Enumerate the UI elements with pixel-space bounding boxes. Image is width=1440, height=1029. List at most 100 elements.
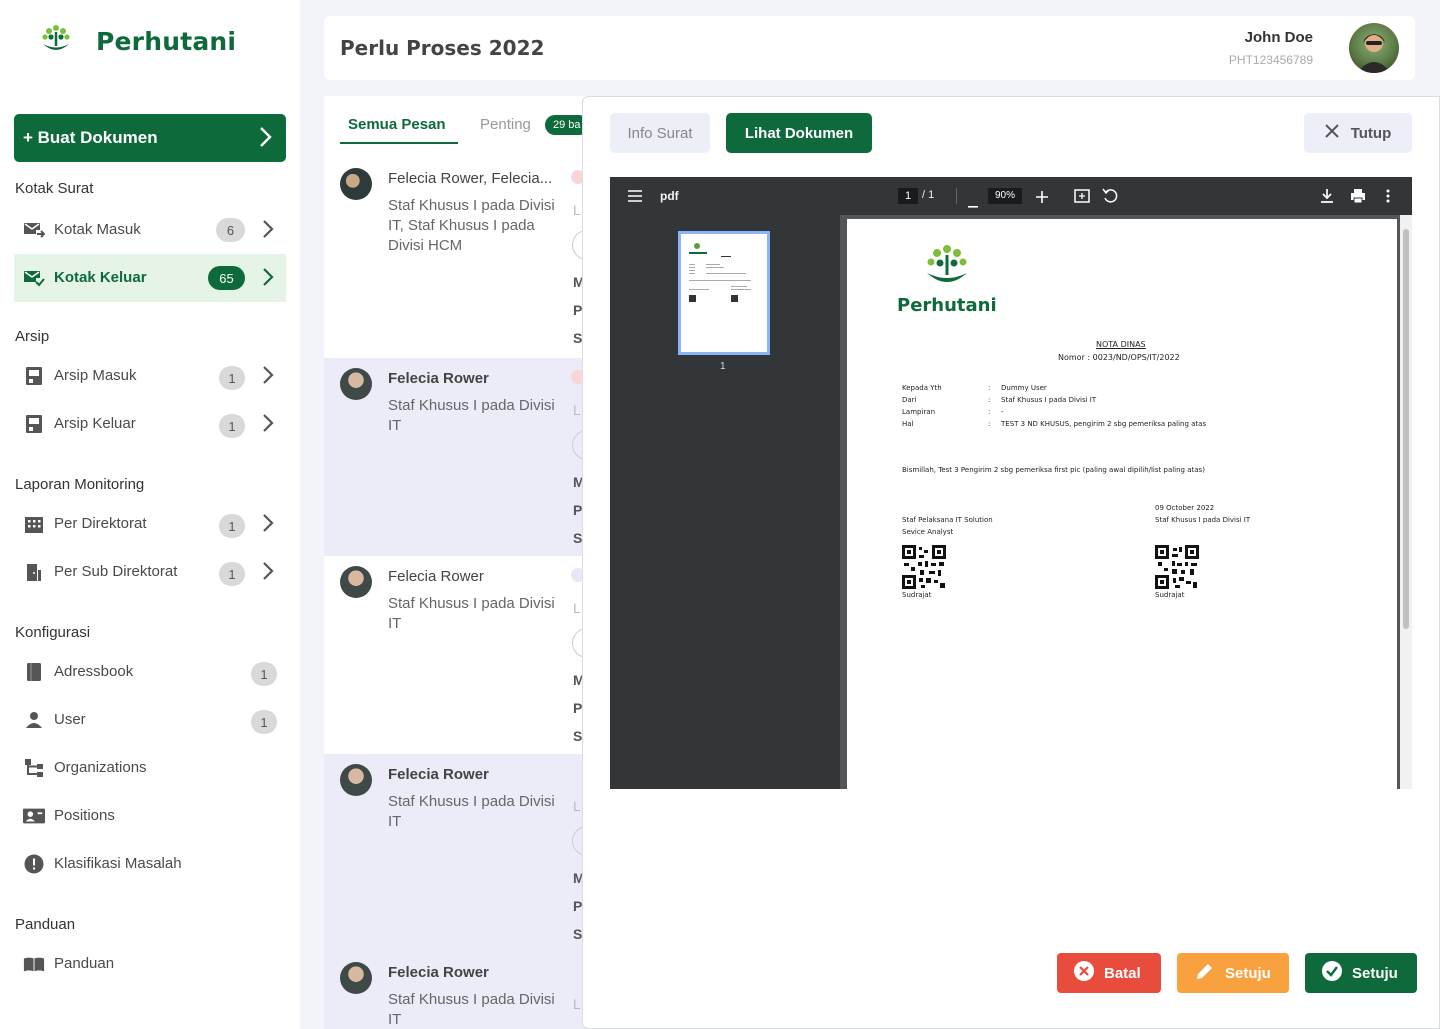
page-title: Perlu Proses 2022 xyxy=(340,36,545,60)
sidebar-item-label: Positions xyxy=(54,807,115,824)
sidebar-item-label: Adressbook xyxy=(54,663,134,680)
count-badge: 65 xyxy=(208,266,245,290)
page-thumbnail[interactable] xyxy=(678,231,770,355)
page-number-input[interactable]: 1 xyxy=(898,188,918,204)
chevron-right-icon xyxy=(262,561,274,586)
section-laporan: Laporan Monitoring xyxy=(15,476,145,493)
sidebar-item-user[interactable]: User 1 xyxy=(14,696,286,744)
print-icon[interactable] xyxy=(1350,188,1366,209)
clipped-text: L xyxy=(573,202,581,218)
clipped-text: P xyxy=(573,302,583,318)
scrollbar-thumb[interactable] xyxy=(1403,229,1409,629)
qr-code-icon xyxy=(1155,545,1199,589)
brand[interactable]: Perhutani xyxy=(38,22,236,61)
clipped-text: L xyxy=(573,798,581,814)
user-id: PHT123456789 xyxy=(1228,53,1313,67)
fit-page-icon[interactable] xyxy=(1074,188,1090,209)
clipped-text: L xyxy=(573,402,581,418)
mail-out-icon xyxy=(23,267,45,289)
message-item[interactable]: Felecia Rower Staf Khusus I pada Divisi … xyxy=(324,556,624,754)
section-arsip: Arsip xyxy=(15,328,50,345)
field-key: Dari xyxy=(902,396,917,404)
zoom-out-icon[interactable] xyxy=(968,195,978,213)
sign-name: Sudrajat xyxy=(1155,591,1185,599)
close-label: Tutup xyxy=(1350,124,1392,142)
message-item[interactable]: Felecia Rower Staf Khusus I pada Divisi … xyxy=(324,754,624,952)
page-total: / 1 xyxy=(922,189,935,201)
tab-lihat-dokumen[interactable]: Lihat Dokumen xyxy=(726,113,872,153)
batal-label: Batal xyxy=(1104,964,1141,982)
section-kotak-surat: Kotak Surat xyxy=(15,180,94,197)
sidebar-item-label: Per Direktorat xyxy=(54,515,147,532)
chevron-right-icon xyxy=(262,513,274,538)
pdf-page: Perhutani NOTA DINAS Nomor : 0023/ND/OPS… xyxy=(847,219,1397,789)
setuju-edit-button[interactable]: Setuju xyxy=(1177,953,1289,993)
sidebar-item-klasifikasi-masalah[interactable]: Klasifikasi Masalah xyxy=(14,840,286,888)
alert-circle-icon xyxy=(23,853,45,875)
archive-out-icon xyxy=(23,413,45,435)
rotate-icon[interactable] xyxy=(1102,188,1118,209)
setuju-label: Setuju xyxy=(1352,964,1398,982)
tab-info-surat[interactable]: Info Surat xyxy=(610,113,710,153)
field-value: TEST 3 ND KHUSUS, pengirim 2 sbg pemerik… xyxy=(1001,420,1207,428)
count-badge: 1 xyxy=(219,366,245,390)
clipped-text: S xyxy=(573,728,583,744)
document-title: NOTA DINAS xyxy=(1096,340,1146,349)
clipped-text: P xyxy=(573,700,583,716)
user-avatar[interactable] xyxy=(1349,23,1399,73)
sidebar-item-kotak-keluar[interactable]: Kotak Keluar 65 xyxy=(14,254,286,302)
close-button[interactable]: Tutup xyxy=(1304,113,1412,153)
sidebar-item-positions[interactable]: Positions xyxy=(14,792,286,840)
sidebar-item-arsip-keluar[interactable]: Arsip Keluar 1 xyxy=(14,400,286,448)
field-key: Hal xyxy=(902,420,914,428)
field-colon: : xyxy=(988,384,991,392)
sidebar-item-label: Per Sub Direktorat xyxy=(54,563,178,580)
message-item[interactable]: Felecia Rower Staf Khusus I pada Divisi … xyxy=(324,952,624,1029)
message-subject: Staf Khusus I pada Divisi IT xyxy=(388,595,555,632)
count-badge: 1 xyxy=(219,414,245,438)
menu-icon[interactable] xyxy=(628,189,642,207)
sidebar-item-per-sub-direktorat[interactable]: Per Sub Direktorat 1 xyxy=(14,548,286,596)
thumbnail-page-number: 1 xyxy=(720,361,726,372)
sign-role: Sevice Analyst xyxy=(902,528,954,536)
more-vertical-icon[interactable] xyxy=(1386,188,1390,209)
sidebar-item-adressbook[interactable]: Adressbook 1 xyxy=(14,648,286,696)
sidebar-item-arsip-masuk[interactable]: Arsip Masuk 1 xyxy=(14,352,286,400)
chevron-right-icon xyxy=(262,365,274,390)
sidebar-item-kotak-masuk[interactable]: Kotak Masuk 6 xyxy=(14,206,286,254)
sidebar-item-organizations[interactable]: Organizations xyxy=(14,744,286,792)
sign-position: Staf Pelaksana IT Solution xyxy=(902,516,993,524)
sidebar-item-per-direktorat[interactable]: Per Direktorat 1 xyxy=(14,500,286,548)
zoom-in-icon[interactable] xyxy=(1036,190,1048,208)
tab-semua-pesan[interactable]: Semua Pesan xyxy=(348,116,446,133)
pdf-viewer: pdf 1 / 1 90% 1 Perhutani NOTA DINAS Nom… xyxy=(610,177,1412,789)
building-icon xyxy=(23,513,45,535)
active-tab-indicator xyxy=(340,142,458,144)
field-value: Dummy User xyxy=(1001,384,1047,392)
download-icon[interactable] xyxy=(1320,188,1334,209)
toolbar-divider xyxy=(956,188,957,204)
batal-button[interactable]: Batal xyxy=(1057,953,1161,993)
avatar xyxy=(340,962,372,994)
count-badge: 1 xyxy=(251,662,277,686)
sidebar-item-label: User xyxy=(54,711,86,728)
clipped-text: P xyxy=(573,502,583,518)
org-chart-icon xyxy=(23,757,45,779)
sidebar-item-label: Organizations xyxy=(54,759,147,776)
message-item[interactable]: Felecia Rower, Felecia... Staf Khusus I … xyxy=(324,158,624,358)
check-circle-icon xyxy=(1322,961,1352,985)
avatar xyxy=(340,764,372,796)
clipped-text: S xyxy=(573,330,583,346)
message-subject: Staf Khusus I pada Divisi IT, Staf Khusu… xyxy=(388,197,555,254)
sidebar: Perhutani + Buat Dokumen Kotak Surat Kot… xyxy=(0,0,300,1029)
tab-penting[interactable]: Penting xyxy=(480,116,531,133)
message-item[interactable]: Felecia Rower Staf Khusus I pada Divisi … xyxy=(324,358,624,556)
zoom-level[interactable]: 90% xyxy=(988,188,1022,204)
sidebar-item-label: Kotak Masuk xyxy=(54,221,141,238)
create-document-button[interactable]: + Buat Dokumen xyxy=(14,114,286,162)
sidebar-item-panduan[interactable]: Panduan xyxy=(14,940,286,988)
sign-position: Staf Khusus I pada Divisi IT xyxy=(1155,516,1251,524)
pdf-scrollbar[interactable] xyxy=(1400,215,1412,789)
avatar xyxy=(340,368,372,400)
setuju-button[interactable]: Setuju xyxy=(1305,953,1417,993)
